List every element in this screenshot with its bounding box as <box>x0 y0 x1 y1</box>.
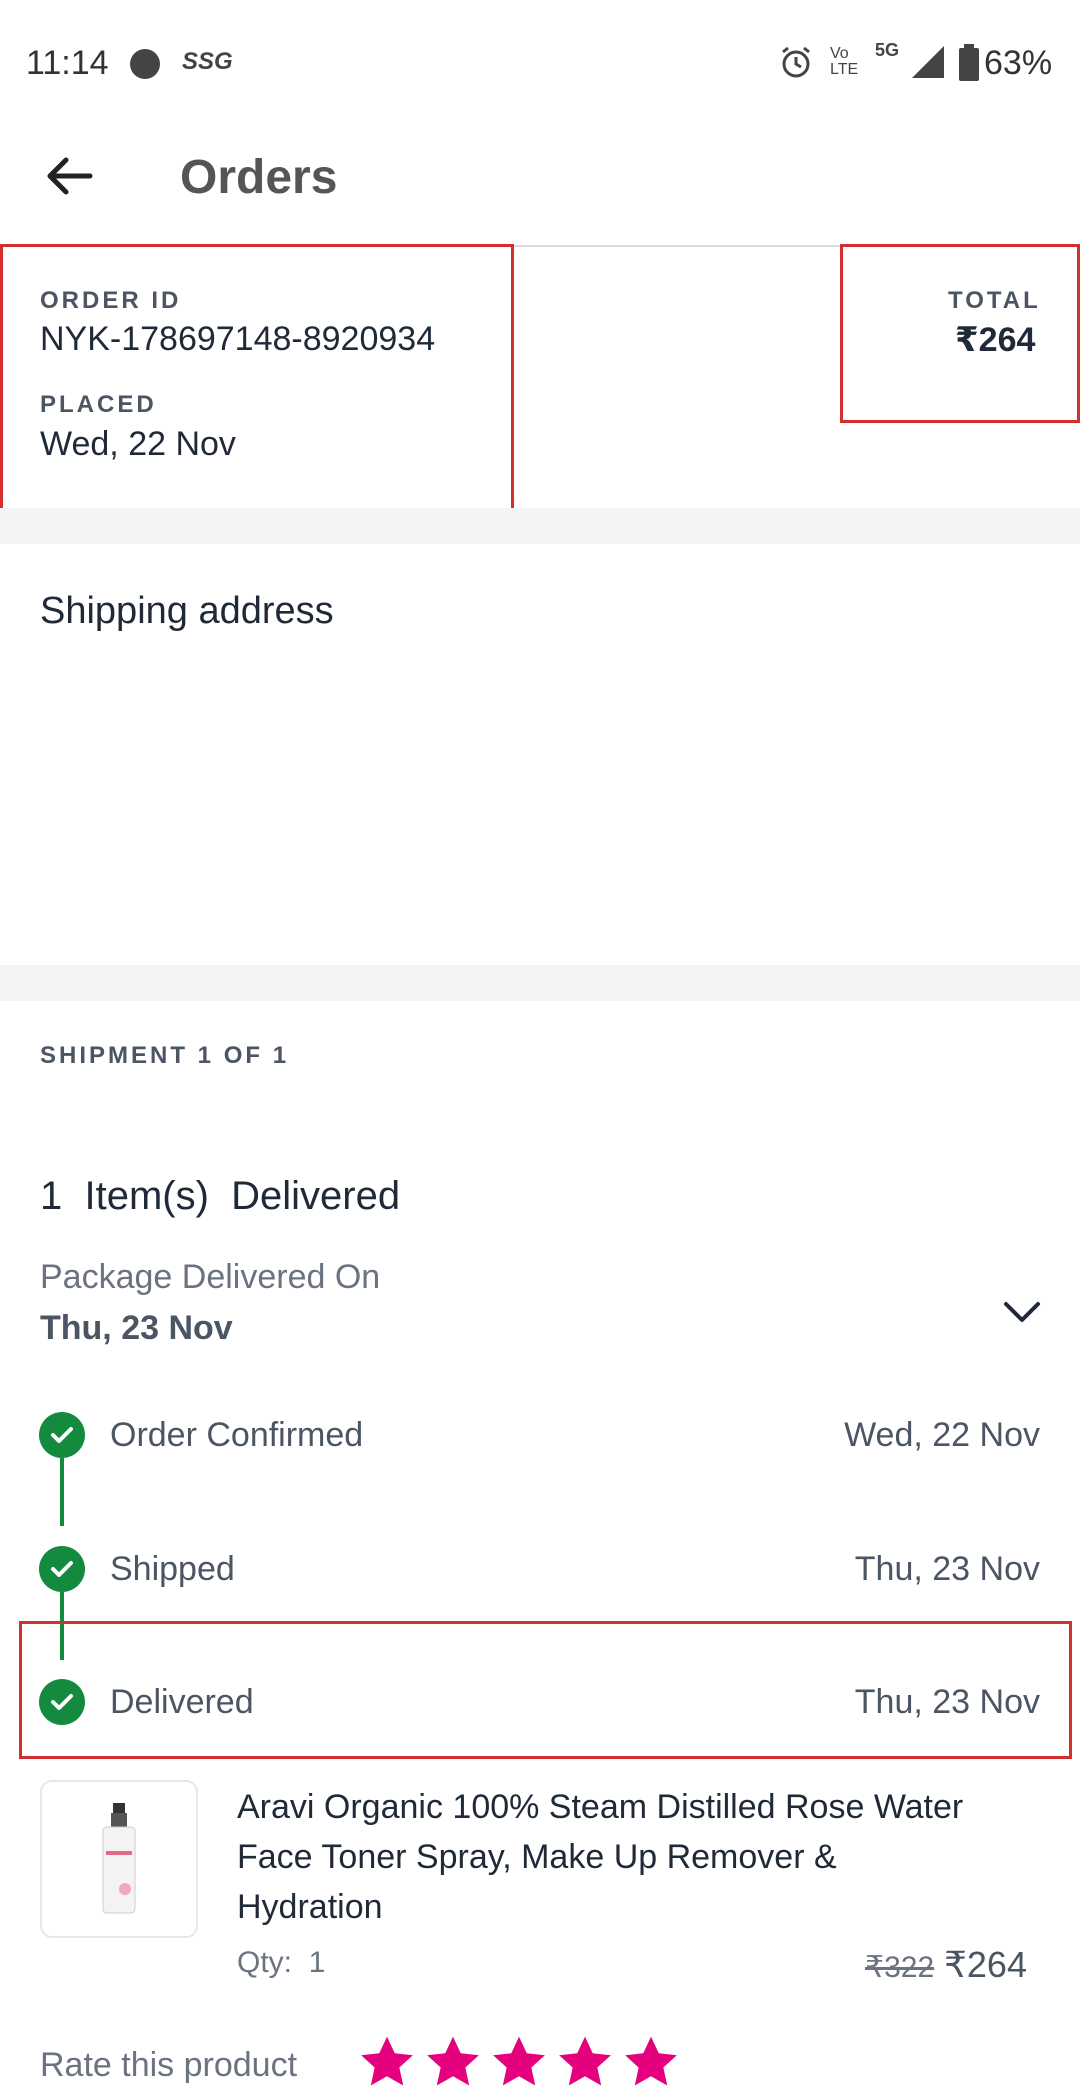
network-type: 5G <box>875 40 900 60</box>
product-qty: Qty: 1 <box>237 1946 326 1979</box>
alarm-icon <box>782 46 810 78</box>
product-price: ₹264 <box>944 1944 1027 1985</box>
timeline-label-confirmed: Order Confirmed <box>110 1416 364 1454</box>
star-icon[interactable] <box>424 2033 482 2091</box>
battery-percent: 63% <box>984 44 1053 82</box>
delivered-on-label: Package Delivered On <box>40 1258 381 1296</box>
product-mrp: ₹322 <box>865 1951 935 1984</box>
carrier-tag: SSG <box>182 48 233 75</box>
check-circle-icon <box>39 1546 85 1592</box>
section-divider <box>0 965 1080 1001</box>
total-value: ₹264 <box>955 321 1036 359</box>
total-label: TOTAL <box>948 287 1041 314</box>
timeline-label-delivered: Delivered <box>110 1683 254 1721</box>
order-id-value: NYK-178697148-8920934 <box>40 320 436 358</box>
timeline-date-delivered: Thu, 23 Nov <box>854 1683 1040 1721</box>
star-icon[interactable] <box>490 2033 548 2091</box>
delivered-on-date: Thu, 23 Nov <box>40 1309 233 1347</box>
product-name[interactable]: Aravi Organic 100% Steam Distilled Rose … <box>237 1782 1057 1932</box>
camera-icon <box>130 49 160 79</box>
product-name-line: Face Toner Spray, Make Up Remover & <box>237 1838 837 1876</box>
timeline-date-confirmed: Wed, 22 Nov <box>844 1416 1040 1454</box>
shipment-label: SHIPMENT 1 OF 1 <box>40 1042 290 1069</box>
check-circle-icon <box>39 1679 85 1725</box>
star-icon[interactable] <box>556 2033 614 2091</box>
product-image[interactable] <box>40 1780 198 1938</box>
placed-label: PLACED <box>40 391 157 418</box>
shipping-address-title: Shipping address <box>40 590 334 632</box>
back-arrow-icon[interactable] <box>44 150 96 202</box>
shipment-status-title: 1 Item(s) Delivered <box>40 1174 401 1218</box>
section-divider <box>0 508 1080 544</box>
star-icon[interactable] <box>622 2033 680 2091</box>
product-name-line: Hydration <box>237 1888 383 1926</box>
signal-icon <box>912 46 944 78</box>
chevron-down-icon[interactable] <box>1000 1298 1044 1328</box>
rate-product-label: Rate this product <box>40 2046 298 2084</box>
app-header <box>0 125 1080 247</box>
timeline-connector <box>60 1458 64 1526</box>
timeline-date-shipped: Thu, 23 Nov <box>854 1550 1040 1588</box>
status-bar: 11:14 SSG Vo LTE 5G 63% <box>0 0 1080 125</box>
status-time: 11:14 <box>26 44 109 82</box>
battery-icon <box>959 44 979 81</box>
page-title: Orders <box>180 151 338 204</box>
volte-indicator: Vo LTE <box>830 45 859 78</box>
product-bottle-icon <box>102 1803 136 1914</box>
timeline-label-shipped: Shipped <box>110 1550 235 1588</box>
check-circle-icon <box>39 1412 85 1458</box>
star-icon[interactable] <box>358 2033 416 2091</box>
product-name-line: Aravi Organic 100% Steam Distilled Rose … <box>237 1788 964 1826</box>
rating-stars <box>358 2033 680 2091</box>
placed-date: Wed, 22 Nov <box>40 425 236 463</box>
order-id-label: ORDER ID <box>40 287 182 314</box>
